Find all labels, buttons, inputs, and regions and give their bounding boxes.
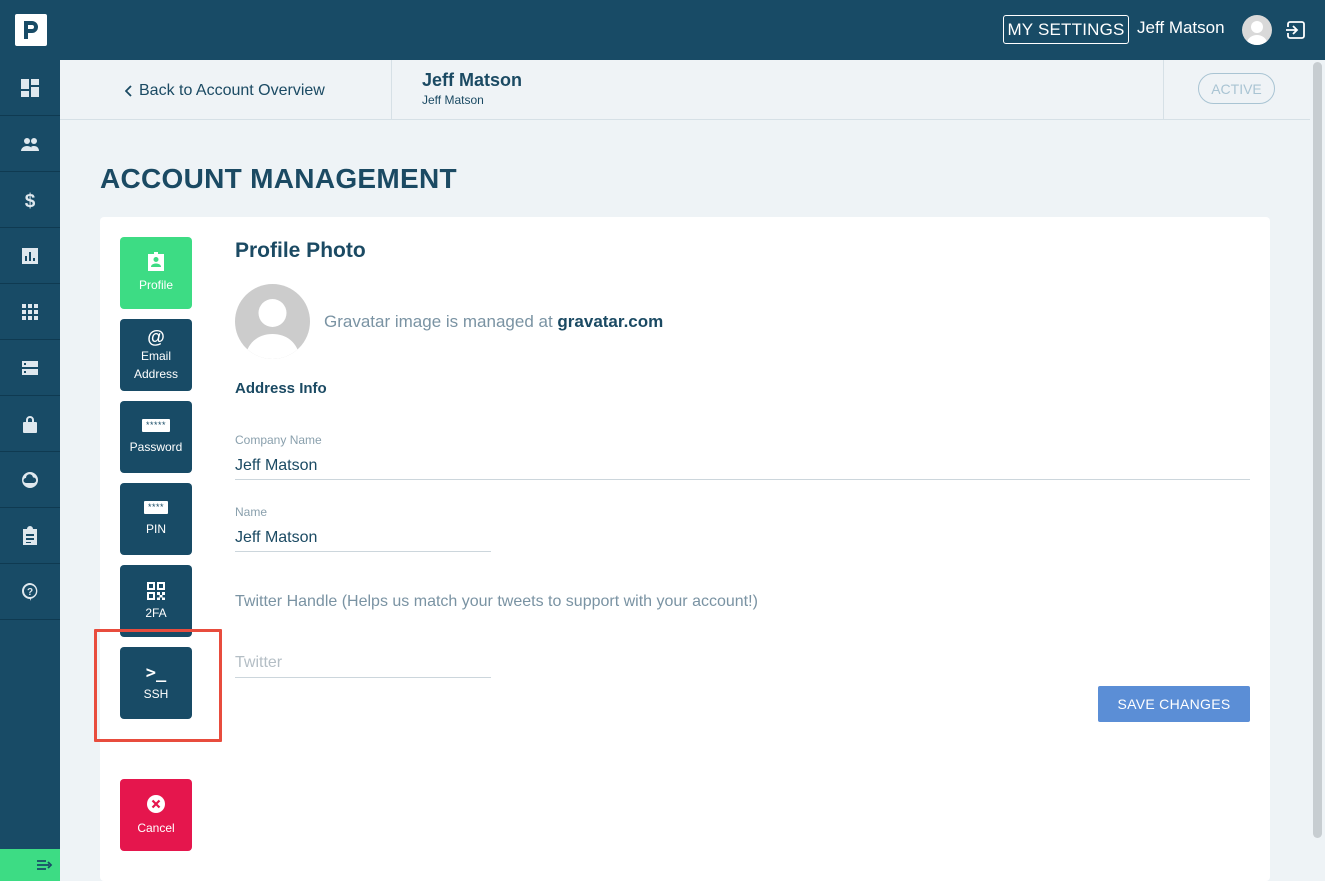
page-scrollbar[interactable] <box>1313 62 1322 838</box>
sidebar-item-tasks[interactable] <box>0 508 60 564</box>
tab-pin[interactable]: **** PIN <box>120 483 192 555</box>
password-stars-icon: ***** <box>141 418 170 432</box>
cloud-icon <box>22 471 38 488</box>
bar-chart-icon <box>22 247 38 264</box>
sidebar-item-servers[interactable] <box>0 340 60 396</box>
profile-badge-icon <box>148 252 164 271</box>
logout-icon[interactable] <box>1285 19 1307 41</box>
sidebar-item-security[interactable] <box>0 396 60 452</box>
dollar-icon: $ <box>25 191 36 210</box>
chevron-left-icon <box>125 85 132 97</box>
tab-2fa-label: 2FA <box>145 605 167 620</box>
company-name-input[interactable] <box>235 456 1250 480</box>
ssh-tab-highlight <box>94 629 222 742</box>
tab-email-label-line1: Email <box>140 349 171 363</box>
back-to-account-link[interactable]: Back to Account Overview <box>125 82 325 100</box>
sidebar-item-apps[interactable] <box>0 284 60 340</box>
tab-password-label: Password <box>129 439 183 454</box>
avatar-person-icon <box>1246 21 1268 45</box>
gravatar-notice: Gravatar image is managed at gravatar.co… <box>324 312 663 332</box>
account-subtitle: Jeff Matson <box>422 93 484 107</box>
profile-photo-heading: Profile Photo <box>235 239 366 262</box>
twitter-handle-help: Twitter Handle (Helps us match your twee… <box>235 593 758 610</box>
twitter-input[interactable] <box>235 652 491 678</box>
cancel-label: Cancel <box>137 820 175 835</box>
lock-icon <box>23 415 37 433</box>
page-title: ACCOUNT MANAGEMENT <box>100 163 457 194</box>
header-divider <box>391 60 392 120</box>
clipboard-icon <box>23 525 37 545</box>
tab-pin-label: PIN <box>145 521 166 536</box>
sidebar-item-help[interactable]: ? <box>0 564 60 620</box>
sidebar-item-users[interactable] <box>0 116 60 172</box>
name-input[interactable] <box>235 528 491 552</box>
collapse-arrow-icon <box>37 860 53 870</box>
name-label: Name <box>235 505 268 519</box>
sidebar-collapse-toggle[interactable] <box>0 849 60 881</box>
status-badge: ACTIVE <box>1198 73 1275 104</box>
user-avatar[interactable] <box>1242 15 1272 45</box>
top-user-name[interactable]: Jeff Matson <box>1137 18 1225 38</box>
sidebar-item-dashboard[interactable] <box>0 60 60 116</box>
cancel-button[interactable]: Cancel <box>120 779 192 851</box>
dashboard-icon <box>21 78 39 97</box>
tab-password[interactable]: ***** Password <box>120 401 192 473</box>
gravatar-link[interactable]: gravatar.com <box>557 312 663 331</box>
account-header: Back to Account Overview Jeff Matson Jef… <box>60 60 1310 120</box>
header-divider <box>1163 60 1164 120</box>
account-name: Jeff Matson <box>422 70 523 90</box>
sidebar-item-billing[interactable]: $ <box>0 172 60 228</box>
tab-2fa[interactable]: 2FA <box>120 565 192 637</box>
logo-p-icon <box>24 21 38 39</box>
avatar-person-icon <box>245 299 300 359</box>
tab-profile-label: Profile <box>138 278 173 292</box>
company-name-label: Company Name <box>235 433 322 447</box>
qr-code-icon <box>147 581 165 600</box>
svg-text:?: ? <box>27 587 33 598</box>
top-bar: MY SETTINGS Jeff Matson <box>0 0 1325 60</box>
sidebar: $ ? <box>0 60 60 881</box>
address-info-heading: Address Info <box>235 380 327 397</box>
users-icon <box>21 137 39 151</box>
server-icon <box>22 360 38 375</box>
save-changes-button[interactable]: SAVE CHANGES <box>1098 686 1250 722</box>
back-link-label: Back to Account Overview <box>139 82 325 99</box>
sidebar-item-reports[interactable] <box>0 228 60 284</box>
gravatar-notice-text: Gravatar image is managed at <box>324 312 558 331</box>
sidebar-item-cloud[interactable] <box>0 452 60 508</box>
pin-stars-icon: **** <box>143 500 168 514</box>
help-icon: ? <box>22 582 38 601</box>
tab-email-address[interactable]: @ Email Address <box>120 319 192 391</box>
apps-grid-icon <box>22 303 38 320</box>
tab-email-label-line2: Address <box>133 367 179 381</box>
at-sign-icon: @ <box>147 327 165 347</box>
app-logo[interactable] <box>15 14 47 46</box>
tab-profile[interactable]: Profile <box>120 237 192 309</box>
my-settings-button[interactable]: MY SETTINGS <box>1003 15 1129 44</box>
close-circle-icon <box>147 794 165 813</box>
profile-avatar <box>235 284 310 359</box>
svg-text:$: $ <box>25 191 36 210</box>
